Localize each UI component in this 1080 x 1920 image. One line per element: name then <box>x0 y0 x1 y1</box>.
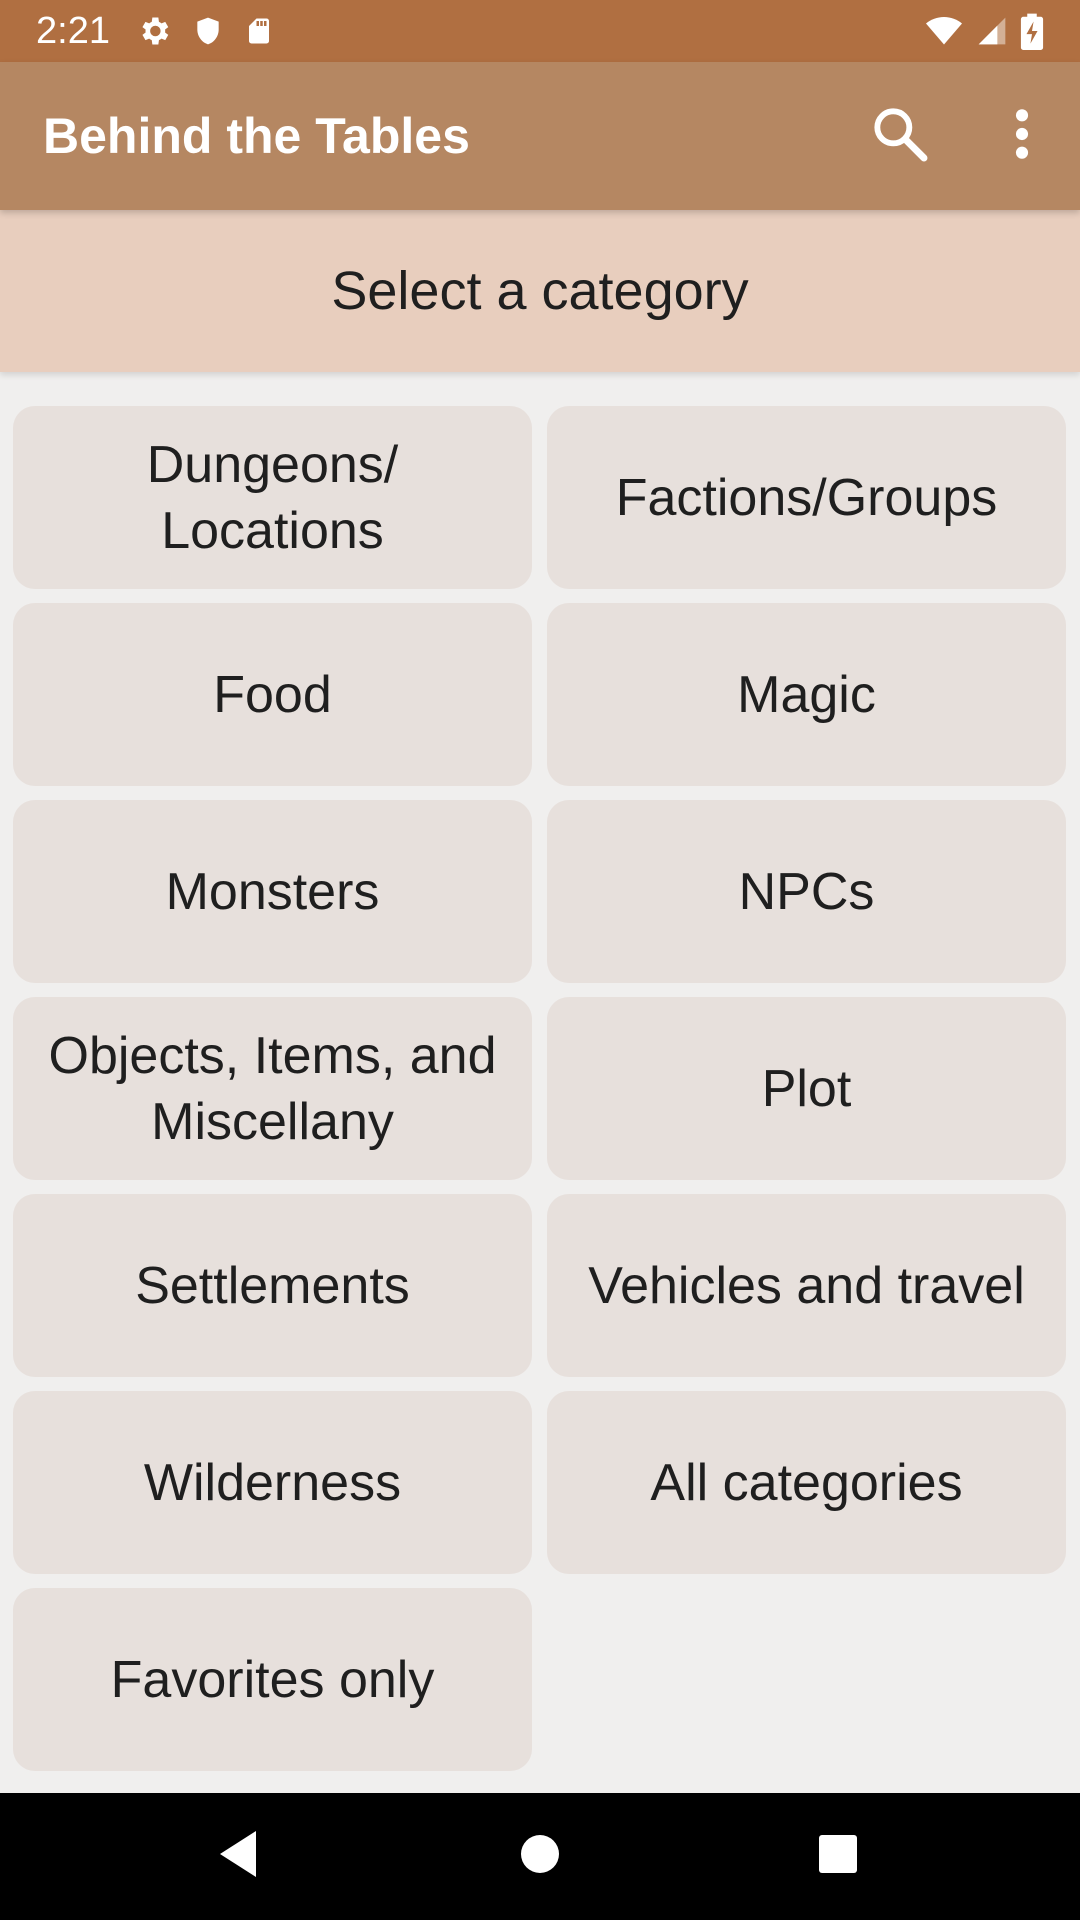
app-title: Behind the Tables <box>43 108 470 164</box>
category-button-all-categories[interactable]: All categories <box>547 1391 1066 1574</box>
home-button[interactable] <box>475 1793 605 1920</box>
recents-button[interactable] <box>773 1793 903 1920</box>
battery-charging-icon <box>1020 12 1044 50</box>
category-grid: Dungeons/ Locations Factions/Groups Food… <box>13 406 1066 1771</box>
category-button-objects-items-miscellany[interactable]: Objects, Items, and Miscellany <box>13 997 532 1180</box>
status-bar: 2:21 <box>0 0 1080 62</box>
category-button-npcs[interactable]: NPCs <box>547 800 1066 983</box>
category-button-dungeons-locations[interactable]: Dungeons/ Locations <box>13 406 532 589</box>
page-title: Select a category <box>331 261 749 321</box>
home-icon <box>520 1834 560 1879</box>
app-bar: Behind the Tables <box>0 62 1080 210</box>
gear-icon <box>136 13 172 49</box>
category-button-monsters[interactable]: Monsters <box>13 800 532 983</box>
wifi-icon <box>924 13 964 49</box>
back-icon <box>216 1829 260 1884</box>
category-button-food[interactable]: Food <box>13 603 532 786</box>
status-icons-right <box>924 12 1044 50</box>
category-button-factions-groups[interactable]: Factions/Groups <box>547 406 1066 589</box>
category-button-plot[interactable]: Plot <box>547 997 1066 1180</box>
more-vert-icon <box>1012 106 1032 167</box>
cell-signal-icon <box>976 13 1008 49</box>
category-button-wilderness[interactable]: Wilderness <box>13 1391 532 1574</box>
category-button-favorites-only[interactable]: Favorites only <box>13 1588 532 1771</box>
status-time: 2:21 <box>36 10 110 52</box>
category-button-magic[interactable]: Magic <box>547 603 1066 786</box>
back-button[interactable] <box>173 1793 303 1920</box>
category-header: Select a category <box>0 210 1080 372</box>
category-button-vehicles-travel[interactable]: Vehicles and travel <box>547 1194 1066 1377</box>
more-options-button[interactable] <box>972 62 1072 210</box>
recents-icon <box>818 1834 858 1879</box>
shield-icon <box>192 13 224 49</box>
search-button[interactable] <box>850 62 950 210</box>
category-button-settlements[interactable]: Settlements <box>13 1194 532 1377</box>
search-icon <box>868 102 932 171</box>
status-icons-left <box>136 13 274 49</box>
navigation-bar <box>0 1793 1080 1920</box>
sd-card-icon <box>244 13 274 49</box>
